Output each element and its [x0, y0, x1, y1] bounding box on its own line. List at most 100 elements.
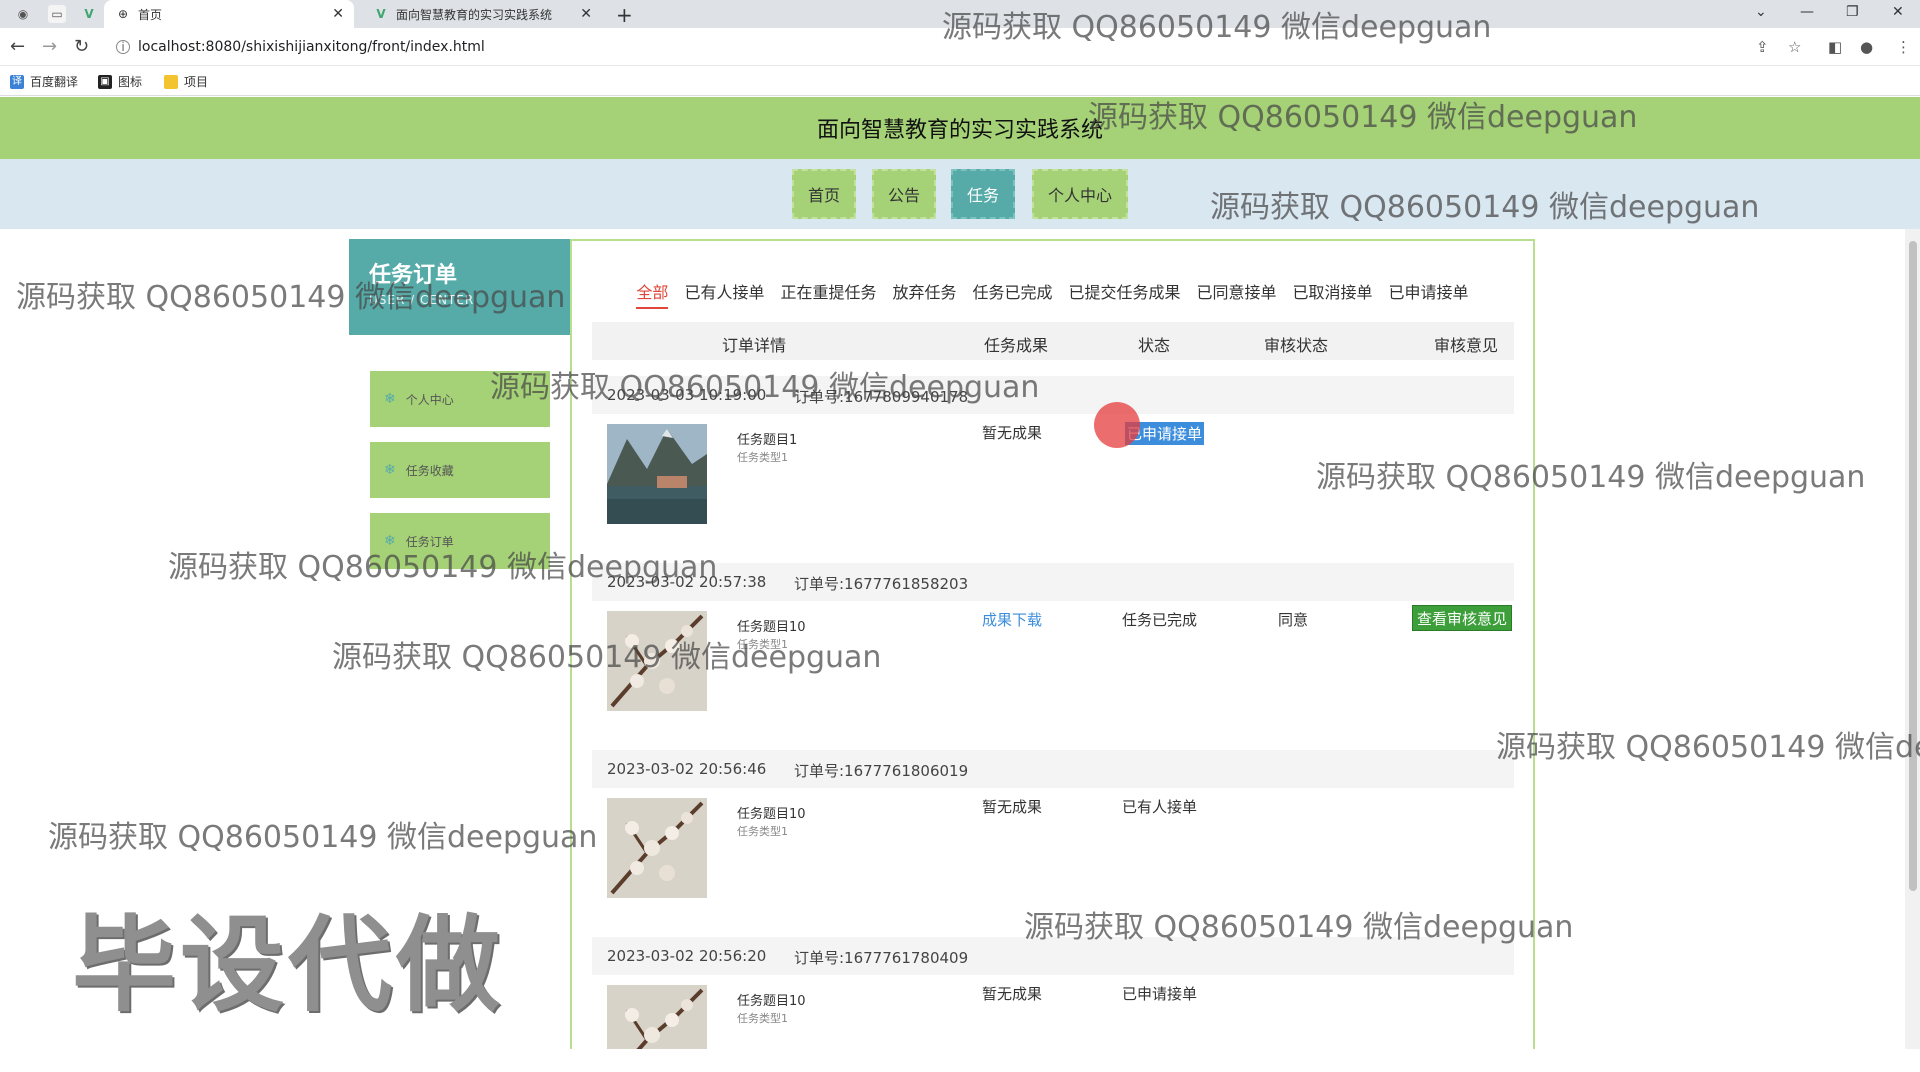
filter-agreed[interactable]: 已同意接单	[1197, 279, 1277, 309]
filter-abandoned[interactable]: 放弃任务	[892, 279, 956, 309]
new-tab-button[interactable]: +	[616, 3, 633, 27]
watermark: 源码获取 QQ86050149 微信deepguan	[48, 820, 598, 855]
filter-accepted[interactable]: 已有人接单	[684, 279, 764, 309]
order-date: 2023-03-02 20:56:20	[607, 947, 767, 965]
task-name: 任务题目1	[737, 433, 798, 448]
table-header: 订单详情 任务成果 状态 审核状态 审核意见	[592, 322, 1514, 360]
main-nav: 首页 公告 任务 个人中心	[0, 159, 1920, 229]
sidebar-header: 任务订单 USER / CENTER	[349, 239, 570, 335]
profile-icon[interactable]: ●	[1860, 38, 1873, 56]
order-number: 订单号:1677761806019	[794, 762, 969, 780]
bookmarks-bar: 译 百度翻译 ▣ 图标 项目	[0, 66, 1920, 96]
sidebar-item-task-favorites[interactable]: ❄ 任务收藏	[370, 442, 550, 498]
filter-all[interactable]: 全部	[636, 279, 669, 309]
blank-tab-icon[interactable]: ▭	[48, 5, 66, 23]
col-status: 状态	[1138, 336, 1171, 355]
filter-completed[interactable]: 任务已完成	[972, 279, 1052, 309]
browser-icon[interactable]: ◉	[14, 5, 32, 23]
filter-resubmitting[interactable]: 正在重提任务	[780, 279, 876, 309]
stamp-watermark: 毕设代做	[72, 904, 505, 1026]
close-tab-icon[interactable]: ✕	[580, 6, 592, 22]
sidebar-title: 任务订单	[369, 263, 458, 288]
nav-notice[interactable]: 公告	[872, 169, 936, 219]
close-tab-icon[interactable]: ✕	[332, 6, 344, 22]
task-result: 暂无成果	[982, 985, 1043, 1003]
table-row[interactable]: 任务题目1 任务类型1 暂无成果 已申请接单	[592, 414, 1514, 564]
task-type: 任务类型1	[737, 825, 788, 838]
order-number: 订单号:1677761858203	[794, 575, 969, 593]
review-status: 同意	[1278, 611, 1309, 629]
restore-button[interactable]: ❐	[1846, 4, 1859, 20]
task-image-blossom-branch[interactable]	[607, 611, 707, 711]
sidepanel-icon[interactable]: ◧	[1828, 38, 1842, 56]
bookmark-baidu-translate[interactable]: 译 百度翻译	[10, 73, 78, 90]
nav-personal-center[interactable]: 个人中心	[1032, 169, 1128, 219]
vue-icon[interactable]: V	[80, 5, 98, 23]
snowflake-icon: ❄	[384, 533, 396, 549]
task-type: 任务类型1	[737, 1012, 788, 1025]
task-type: 任务类型1	[737, 451, 788, 464]
back-button[interactable]: ←	[10, 36, 25, 57]
translate-icon: 译	[10, 74, 24, 89]
order-status: 已申请接单	[1122, 985, 1198, 1003]
minimize-button[interactable]: —	[1800, 4, 1814, 20]
scrollbar-thumb[interactable]	[1909, 241, 1917, 891]
star-icon[interactable]: ☆	[1788, 38, 1801, 56]
sidebar-item-personal-center[interactable]: ❄ 个人中心	[370, 371, 550, 427]
tab-system[interactable]: V 面向智慧教育的实习实践系统 ✕	[362, 0, 602, 28]
close-window-button[interactable]: ✕	[1892, 4, 1904, 20]
order-number: 订单号:1677809940178	[794, 388, 969, 406]
table-row[interactable]: 任务题目10 任务类型1 暂无成果 已有人接单	[592, 788, 1514, 938]
order-meta: 2023-03-02 20:56:20 订单号:1677761780409	[592, 937, 1514, 975]
col-review-status: 审核状态	[1264, 336, 1329, 355]
order-status: 任务已完成	[1122, 611, 1198, 629]
filter-result-submitted[interactable]: 已提交任务成果	[1069, 279, 1181, 309]
page-scrollbar[interactable]	[1905, 229, 1920, 1049]
task-result: 暂无成果	[982, 424, 1043, 442]
reload-button[interactable]: ↻	[74, 36, 89, 57]
tab-home[interactable]: ⊕ 首页 ✕	[104, 0, 354, 28]
nav-home[interactable]: 首页	[792, 169, 856, 219]
task-image-blossom-branch[interactable]	[607, 798, 707, 898]
table-row[interactable]: 任务题目10 任务类型1 成果下载 任务已完成 同意 查看审核意见	[592, 601, 1514, 751]
task-image-mountain-lake[interactable]	[607, 424, 707, 524]
info-icon[interactable]: i	[116, 40, 130, 54]
task-name: 任务题目10	[737, 620, 806, 635]
menu-icon[interactable]: ⋮	[1896, 38, 1911, 56]
orders-panel: 全部 已有人接单 正在重提任务 放弃任务 任务已完成 已提交任务成果 已同意接单…	[570, 239, 1535, 1049]
url-input[interactable]: i localhost:8080/shixishijianxitong/fron…	[104, 33, 1894, 61]
snowflake-icon: ❄	[384, 462, 396, 478]
view-review-button[interactable]: 查看审核意见	[1412, 605, 1512, 631]
order-date: 2023-03-02 20:56:46	[607, 760, 767, 778]
address-bar: ← → ↻ i localhost:8080/shixishijianxiton…	[0, 28, 1920, 66]
click-indicator	[1094, 402, 1140, 448]
order-meta: 2023-03-03 10:19:00 订单号:1677809940178	[592, 376, 1514, 414]
chevron-down-icon[interactable]: ⌄	[1755, 4, 1767, 20]
share-icon[interactable]: ⇪	[1756, 38, 1769, 56]
task-image-blossom-branch[interactable]	[607, 985, 707, 1049]
site-title: 面向智慧教育的实习实践系统	[816, 118, 1103, 143]
folder-icon	[164, 74, 178, 89]
sidebar-subtitle: USER / CENTER	[369, 293, 475, 307]
col-task-result: 任务成果	[984, 336, 1049, 355]
download-result-link[interactable]: 成果下载	[982, 609, 1042, 630]
order-number: 订单号:1677761780409	[794, 949, 969, 967]
vue-icon: V	[376, 7, 386, 21]
filter-cancelled[interactable]: 已取消接单	[1293, 279, 1373, 309]
snowflake-icon: ❄	[384, 391, 396, 407]
browser-tabbar: ◉ ▭ V ⊕ 首页 ✕ V 面向智慧教育的实习实践系统 ✕ + ⌄ — ❐ ✕	[0, 0, 1920, 28]
order-meta: 2023-03-02 20:56:46 订单号:1677761806019	[592, 750, 1514, 788]
nav-task[interactable]: 任务	[951, 169, 1015, 219]
order-status: 已有人接单	[1122, 798, 1198, 816]
watermark: 源码获取 QQ86050149 微信de	[1496, 730, 1920, 765]
bookmark-icons[interactable]: ▣ 图标	[98, 73, 142, 90]
col-review-opinion: 审核意见	[1434, 336, 1499, 355]
forward-button[interactable]: →	[42, 36, 57, 57]
sidebar-item-task-orders[interactable]: ❄ 任务订单	[370, 513, 550, 569]
filter-applied[interactable]: 已申请接单	[1389, 279, 1469, 309]
table-row[interactable]: 任务题目10 任务类型1 暂无成果 已申请接单	[592, 975, 1514, 1049]
order-date: 2023-03-03 10:19:00	[607, 386, 767, 404]
globe-icon: ⊕	[117, 7, 129, 21]
bookmark-project[interactable]: 项目	[164, 73, 208, 90]
col-order-detail: 订单详情	[722, 336, 787, 355]
